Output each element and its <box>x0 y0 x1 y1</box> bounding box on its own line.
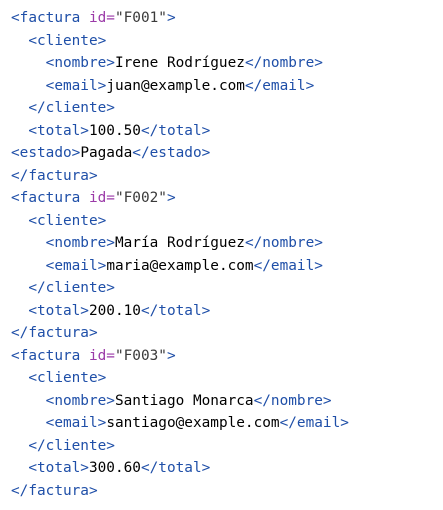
code-line: <estado>Pagada</estado> <box>11 142 441 165</box>
xml-tag-token: <email> <box>11 415 107 431</box>
code-line: <email>santiago@example.com</email> <box>11 412 441 435</box>
xml-text-content: 100.50 <box>88 122 141 139</box>
xml-tag-token: </cliente> <box>11 437 115 454</box>
code-line: <cliente> <box>11 30 441 53</box>
code-line: <cliente> <box>11 367 441 390</box>
xml-attribute-value-token: "F002" <box>114 190 167 206</box>
code-line: </cliente> <box>11 435 441 458</box>
xml-tag-token: </nombre> <box>244 235 323 251</box>
xml-tag-token: <factura <box>11 190 89 206</box>
xml-code-view: <factura id="F001"> <cliente> <nombre>Ir… <box>11 7 441 502</box>
xml-text-content: Irene Rodríguez <box>114 55 245 71</box>
xml-tag-token: <factura <box>11 10 89 26</box>
xml-tag-token: <factura <box>11 347 89 364</box>
xml-tag-token: <nombre> <box>11 392 115 409</box>
xml-attribute-token: id= <box>88 190 115 206</box>
xml-text-content: Pagada <box>80 145 133 161</box>
code-line: <email>maria@example.com</email> <box>11 255 441 278</box>
xml-tag-token: </factura> <box>11 167 98 184</box>
code-line: <nombre>Santiago Monarca</nombre> <box>11 390 441 413</box>
xml-tag-token: </nombre> <box>253 392 332 409</box>
xml-tag-token: > <box>166 190 176 206</box>
code-line: <total>300.60</total> <box>11 457 441 480</box>
xml-tag-token: <nombre> <box>11 235 115 251</box>
xml-tag-token: <total> <box>11 302 89 319</box>
xml-tag-token: > <box>166 10 176 26</box>
xml-tag-token: <cliente> <box>11 212 107 229</box>
xml-tag-token: <cliente> <box>11 370 107 386</box>
xml-text-content: María Rodríguez <box>114 235 245 251</box>
xml-attribute-token: id= <box>88 347 115 364</box>
code-line: <total>100.50</total> <box>11 120 441 143</box>
xml-tag-token: </cliente> <box>11 280 115 296</box>
xml-tag-token: </email> <box>244 77 315 94</box>
xml-tag-token: <email> <box>11 77 107 94</box>
code-line: <factura id="F001"> <box>11 7 441 30</box>
xml-tag-token: <cliente> <box>11 32 107 49</box>
xml-tag-token: </email> <box>253 257 323 274</box>
code-line: </cliente> <box>11 277 441 300</box>
xml-tag-token: <nombre> <box>11 55 115 71</box>
xml-tag-token: > <box>166 347 176 364</box>
xml-text-content: santiago@example.com <box>106 415 280 431</box>
xml-tag-token: <email> <box>11 257 107 274</box>
xml-tag-token: </factura> <box>11 482 98 499</box>
xml-attribute-value-token: "F001" <box>114 10 167 26</box>
xml-tag-token: <estado> <box>11 145 81 161</box>
xml-tag-token: </total> <box>140 302 211 319</box>
xml-tag-token: <total> <box>11 122 89 139</box>
xml-tag-token: </total> <box>140 460 211 476</box>
xml-tag-token: </factura> <box>11 325 98 341</box>
xml-attribute-token: id= <box>88 10 115 26</box>
xml-text-content: Santiago Monarca <box>114 392 254 409</box>
code-line: <nombre>Irene Rodríguez</nombre> <box>11 52 441 75</box>
code-line: <factura id="F002"> <box>11 187 441 210</box>
code-line: <factura id="F003"> <box>11 345 441 368</box>
xml-text-content: 300.60 <box>88 460 141 476</box>
code-line: <email>juan@example.com</email> <box>11 75 441 98</box>
code-line: </cliente> <box>11 97 441 120</box>
xml-tag-token: </total> <box>140 122 211 139</box>
xml-attribute-value-token: "F003" <box>114 347 167 364</box>
code-line: </factura> <box>11 322 441 345</box>
code-line: </factura> <box>11 480 441 503</box>
code-line: <cliente> <box>11 210 441 233</box>
code-line: <nombre>María Rodríguez</nombre> <box>11 232 441 255</box>
xml-tag-token: </nombre> <box>244 55 323 71</box>
xml-tag-token: </email> <box>279 415 349 431</box>
code-line: <total>200.10</total> <box>11 300 441 323</box>
code-line: </factura> <box>11 165 441 188</box>
xml-text-content: maria@example.com <box>106 257 254 274</box>
xml-text-content: juan@example.com <box>106 77 245 94</box>
xml-tag-token: </cliente> <box>11 100 115 116</box>
xml-tag-token: </estado> <box>132 145 211 161</box>
xml-text-content: 200.10 <box>88 302 141 319</box>
xml-tag-token: <total> <box>11 460 89 476</box>
